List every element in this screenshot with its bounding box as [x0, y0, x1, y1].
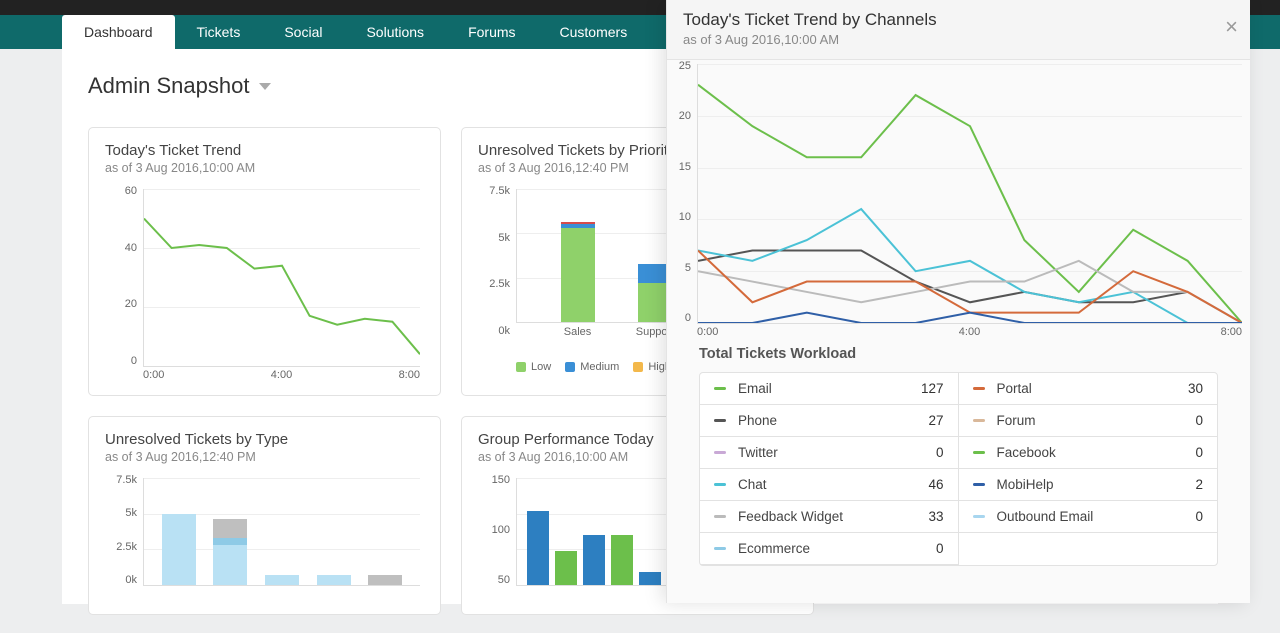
- nav-customers[interactable]: Customers: [538, 15, 650, 49]
- nav-forums[interactable]: Forums: [446, 15, 537, 49]
- card-title: Today's Ticket Trend: [105, 142, 424, 159]
- workload-label: Email: [738, 381, 921, 396]
- workload-label: MobiHelp: [997, 477, 1196, 492]
- series-color-icon: [973, 387, 985, 390]
- series-color-icon: [714, 451, 726, 454]
- page-title-label: Admin Snapshot: [88, 73, 249, 99]
- nav-social[interactable]: Social: [262, 15, 344, 49]
- workload-row: Ecommerce0: [700, 533, 959, 565]
- series-color-icon: [714, 547, 726, 550]
- workload-row: Portal30: [959, 373, 1218, 405]
- series-color-icon: [973, 483, 985, 486]
- workload-label: Portal: [997, 381, 1188, 396]
- workload-row: Email127: [700, 373, 959, 405]
- workload-table: Email127Portal30Phone27Forum0Twitter0Fac…: [699, 372, 1218, 566]
- workload-label: Outbound Email: [997, 509, 1196, 524]
- chevron-down-icon: [259, 83, 271, 90]
- series-color-icon: [714, 419, 726, 422]
- workload-label: Feedback Widget: [738, 509, 928, 524]
- workload-value: 0: [1195, 509, 1203, 524]
- series-color-icon: [973, 419, 985, 422]
- series-color-icon: [973, 515, 985, 518]
- workload-row: Feedback Widget33: [700, 501, 959, 533]
- panel-header: Today's Ticket Trend by Channels as of 3…: [667, 0, 1250, 60]
- series-color-icon: [714, 387, 726, 390]
- close-icon[interactable]: ×: [1225, 14, 1238, 40]
- card-ticket-trend[interactable]: Today's Ticket Trend as of 3 Aug 2016,10…: [88, 127, 441, 396]
- workload-value: 30: [1188, 381, 1203, 396]
- workload-value: 0: [1195, 445, 1203, 460]
- workload-value: 46: [928, 477, 943, 492]
- chart-ticket-trend: 60 40 20 0 0:00 4:00 8:00: [105, 185, 424, 385]
- workload-section-title: Total Tickets Workload: [667, 342, 1250, 372]
- detail-panel: Today's Ticket Trend by Channels as of 3…: [666, 0, 1250, 603]
- card-unresolved-type[interactable]: Unresolved Tickets by Type as of 3 Aug 2…: [88, 416, 441, 615]
- card-title: Unresolved Tickets by Type: [105, 431, 424, 448]
- nav-dashboard[interactable]: Dashboard: [62, 15, 175, 49]
- card-subtitle: as of 3 Aug 2016,10:00 AM: [105, 161, 424, 175]
- workload-row: Chat46: [700, 469, 959, 501]
- series-color-icon: [714, 483, 726, 486]
- workload-label: Chat: [738, 477, 928, 492]
- panel-title: Today's Ticket Trend by Channels: [683, 10, 1234, 30]
- page-title-dropdown[interactable]: Admin Snapshot: [88, 73, 271, 99]
- workload-row: Facebook0: [959, 437, 1218, 469]
- workload-label: Ecommerce: [738, 541, 936, 556]
- workload-value: 0: [936, 445, 944, 460]
- workload-row: Twitter0: [700, 437, 959, 469]
- workload-label: Forum: [997, 413, 1196, 428]
- workload-row: Outbound Email0: [959, 501, 1218, 533]
- workload-value: 2: [1195, 477, 1203, 492]
- workload-row: Phone27: [700, 405, 959, 437]
- nav-tickets[interactable]: Tickets: [175, 15, 263, 49]
- nav-solutions[interactable]: Solutions: [344, 15, 446, 49]
- workload-value: 0: [936, 541, 944, 556]
- workload-label: Phone: [738, 413, 928, 428]
- chart-type: 7.5k 5k 2.5k 0k: [105, 474, 424, 604]
- card-subtitle: as of 3 Aug 2016,12:40 PM: [105, 450, 424, 464]
- workload-label: Facebook: [997, 445, 1196, 460]
- panel-chart: 25 20 15 10 5 0 0:00 4:00 8:00: [667, 60, 1250, 342]
- workload-value: 0: [1195, 413, 1203, 428]
- workload-value: 33: [928, 509, 943, 524]
- workload-value: 27: [928, 413, 943, 428]
- workload-row: MobiHelp2: [959, 469, 1218, 501]
- panel-subtitle: as of 3 Aug 2016,10:00 AM: [683, 32, 1234, 47]
- series-color-icon: [973, 451, 985, 454]
- workload-label: Twitter: [738, 445, 936, 460]
- series-color-icon: [714, 515, 726, 518]
- workload-value: 127: [921, 381, 944, 396]
- workload-row: Forum0: [959, 405, 1218, 437]
